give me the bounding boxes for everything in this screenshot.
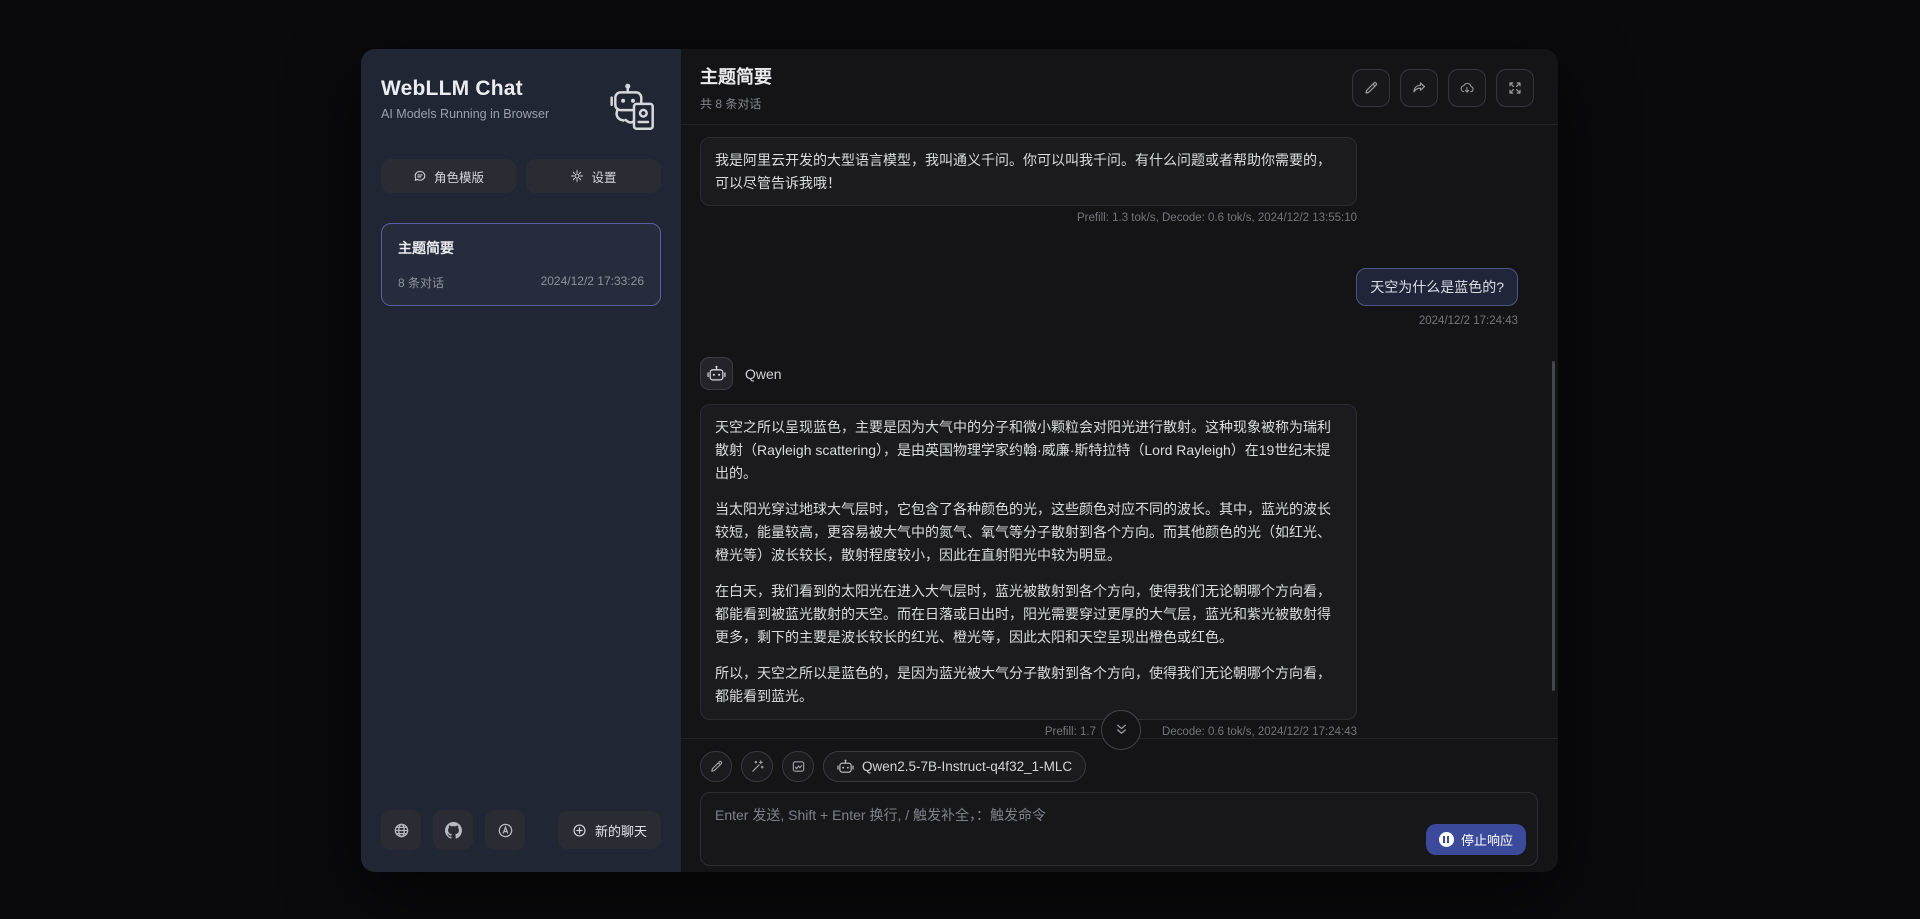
prompt-edit-button[interactable] bbox=[700, 750, 732, 782]
chat-title: 主题简要 bbox=[700, 67, 772, 87]
assistant-message-bubble[interactable]: 天空之所以呈现蓝色，主要是因为大气中的分子和微小颗粒会对阳光进行散射。这种现象被… bbox=[700, 404, 1357, 720]
composer: Qwen2.5-7B-Instruct-q4f32_1-MLC 停止响应 bbox=[681, 737, 1558, 872]
chat-item-meta: 8 条对话 2024/12/2 17:33:26 bbox=[398, 274, 644, 291]
chat-header: 主题简要 共 8 条对话 bbox=[681, 49, 1558, 125]
scrollbar-thumb[interactable] bbox=[1552, 361, 1555, 691]
assistant-message-text: 我是阿里云开发的大型语言模型，我叫通义千问。你可以叫我千问。有什么问题或者帮助你… bbox=[715, 152, 1331, 191]
update-circle-a-icon bbox=[498, 823, 512, 837]
assistant-paragraph: 当太阳光穿过地球大气层时，它包含了各种颜色的光，这些颜色对应不同的波长。其中，蓝… bbox=[715, 501, 1331, 563]
stats-decode: Decode: 0.6 tok/s, 2024/12/2 17:24:43 bbox=[1161, 725, 1357, 738]
globe-icon bbox=[394, 823, 408, 837]
app-title: WebLLM Chat bbox=[381, 77, 523, 100]
message-timestamp: 2024/12/2 17:24:43 bbox=[1418, 315, 1518, 328]
role-templates-label: 角色模版 bbox=[433, 170, 484, 185]
robot-head-icon bbox=[707, 366, 726, 381]
github-button[interactable] bbox=[433, 810, 473, 850]
mask-button[interactable] bbox=[782, 750, 814, 782]
stats-prefill: Prefill: 1.7 bbox=[1044, 725, 1096, 738]
new-chat-button[interactable]: 新的聊天 bbox=[557, 811, 661, 849]
user-message-group: 天空为什么是蓝色的? 2024/12/2 17:24:43 bbox=[700, 268, 1518, 327]
user-message-text: 天空为什么是蓝色的? bbox=[1370, 279, 1504, 296]
chat-header-titles: 主题简要 共 8 条对话 bbox=[700, 63, 772, 112]
message-input[interactable] bbox=[701, 792, 1537, 865]
double-chevron-down-icon bbox=[1116, 724, 1126, 735]
message-stats: Prefill: 1.7 Decode: 0.6 tok/s, 2024/12/2… bbox=[700, 709, 1357, 750]
prompt-hints-button[interactable] bbox=[741, 750, 773, 782]
app-window: WebLLM Chat AI Models Running in Browser bbox=[361, 49, 1558, 872]
gear-icon bbox=[571, 170, 584, 182]
fullscreen-icon bbox=[1509, 81, 1521, 94]
message-list: 我是阿里云开发的大型语言模型，我叫通义千问。你可以叫我千问。有什么问题或者帮助你… bbox=[681, 125, 1558, 750]
scroll-to-bottom-button[interactable] bbox=[1101, 709, 1141, 750]
auto-update-button[interactable] bbox=[485, 810, 525, 850]
rename-chat-button[interactable] bbox=[1352, 68, 1390, 107]
new-chat-label: 新的聊天 bbox=[594, 823, 647, 839]
pencil-icon bbox=[710, 760, 722, 772]
assistant-identity-row: Qwen bbox=[700, 357, 1518, 391]
chat-item-time: 2024/12/2 17:33:26 bbox=[540, 274, 644, 288]
chat-list-item-selected[interactable]: 主题简要 8 条对话 2024/12/2 17:33:26 bbox=[381, 223, 661, 306]
stop-response-button[interactable]: 停止响应 bbox=[1425, 823, 1526, 855]
assistant-paragraph: 在白天，我们看到的太阳光在进入大气层时，蓝光被散射到各个方向，使得我们无论朝哪个… bbox=[715, 583, 1331, 645]
chat-subtitle: 共 8 条对话 bbox=[700, 97, 762, 111]
website-button[interactable] bbox=[381, 810, 421, 850]
chat-item-title: 主题简要 bbox=[398, 240, 454, 256]
sidebar-actions: 角色模版 设置 bbox=[381, 159, 661, 193]
model-name: Qwen2.5-7B-Instruct-q4f32_1-MLC bbox=[862, 758, 1073, 774]
model-selector[interactable]: Qwen2.5-7B-Instruct-q4f32_1-MLC bbox=[823, 750, 1087, 782]
app-subtitle: AI Models Running in Browser bbox=[381, 107, 550, 121]
pencil-icon bbox=[1365, 81, 1378, 94]
settings-button[interactable]: 设置 bbox=[526, 159, 661, 193]
export-chat-button[interactable] bbox=[1448, 68, 1486, 107]
user-message-bubble[interactable]: 天空为什么是蓝色的? bbox=[1356, 268, 1518, 307]
plus-circle-icon bbox=[573, 823, 586, 837]
role-templates-button[interactable]: 角色模版 bbox=[381, 159, 516, 193]
mask-box-icon bbox=[792, 760, 804, 772]
message-input-box: 停止响应 bbox=[700, 791, 1538, 866]
app-branding: WebLLM Chat AI Models Running in Browser bbox=[381, 77, 549, 121]
assistant-avatar bbox=[700, 357, 733, 391]
github-icon bbox=[444, 821, 462, 839]
assistant-message-group: 天空之所以呈现蓝色，主要是因为大气中的分子和微小颗粒会对阳光进行散射。这种现象被… bbox=[700, 404, 1357, 750]
cloud-download-icon bbox=[1460, 82, 1474, 93]
robot-head-icon bbox=[837, 759, 854, 773]
chat-item-count: 8 条对话 bbox=[398, 276, 445, 290]
assistant-message-bubble[interactable]: 我是阿里云开发的大型语言模型，我叫通义千问。你可以叫我千问。有什么问题或者帮助你… bbox=[700, 137, 1357, 207]
sidebar-header: WebLLM Chat AI Models Running in Browser bbox=[381, 77, 661, 135]
assistant-name: Qwen bbox=[745, 365, 782, 382]
share-chat-button[interactable] bbox=[1400, 68, 1438, 107]
chat-panel: 主题简要 共 8 条对话 我是阿里云开发的大型语言模型，我叫通义千问。你可以叫我… bbox=[681, 49, 1558, 872]
message-stats: Prefill: 1.3 tok/s, Decode: 0.6 tok/s, 2… bbox=[1076, 212, 1357, 225]
assistant-message-group: 我是阿里云开发的大型语言模型，我叫通义千问。你可以叫我千问。有什么问题或者帮助你… bbox=[700, 137, 1357, 224]
chat-header-actions bbox=[1352, 68, 1534, 107]
magic-wand-icon bbox=[751, 760, 764, 772]
share-arrow-icon bbox=[1413, 81, 1426, 92]
assistant-paragraph: 所以，天空之所以是蓝色的，是因为蓝光被大气分子散射到各个方向，使得我们无论朝哪个… bbox=[715, 665, 1331, 705]
robot-logo-icon bbox=[610, 83, 654, 131]
composer-toolbar: Qwen2.5-7B-Instruct-q4f32_1-MLC bbox=[700, 750, 1538, 782]
assistant-paragraph: 天空之所以呈现蓝色，主要是因为大气中的分子和微小颗粒会对阳光进行散射。这种现象被… bbox=[715, 419, 1331, 481]
sidebar: WebLLM Chat AI Models Running in Browser bbox=[361, 49, 681, 872]
settings-label: 设置 bbox=[591, 170, 617, 185]
fullscreen-button[interactable] bbox=[1496, 68, 1534, 107]
stop-response-label: 停止响应 bbox=[1460, 832, 1513, 848]
pause-circle-icon bbox=[1438, 831, 1454, 847]
sidebar-footer: 新的聊天 bbox=[381, 810, 661, 850]
chat-bubble-icon bbox=[414, 170, 426, 181]
